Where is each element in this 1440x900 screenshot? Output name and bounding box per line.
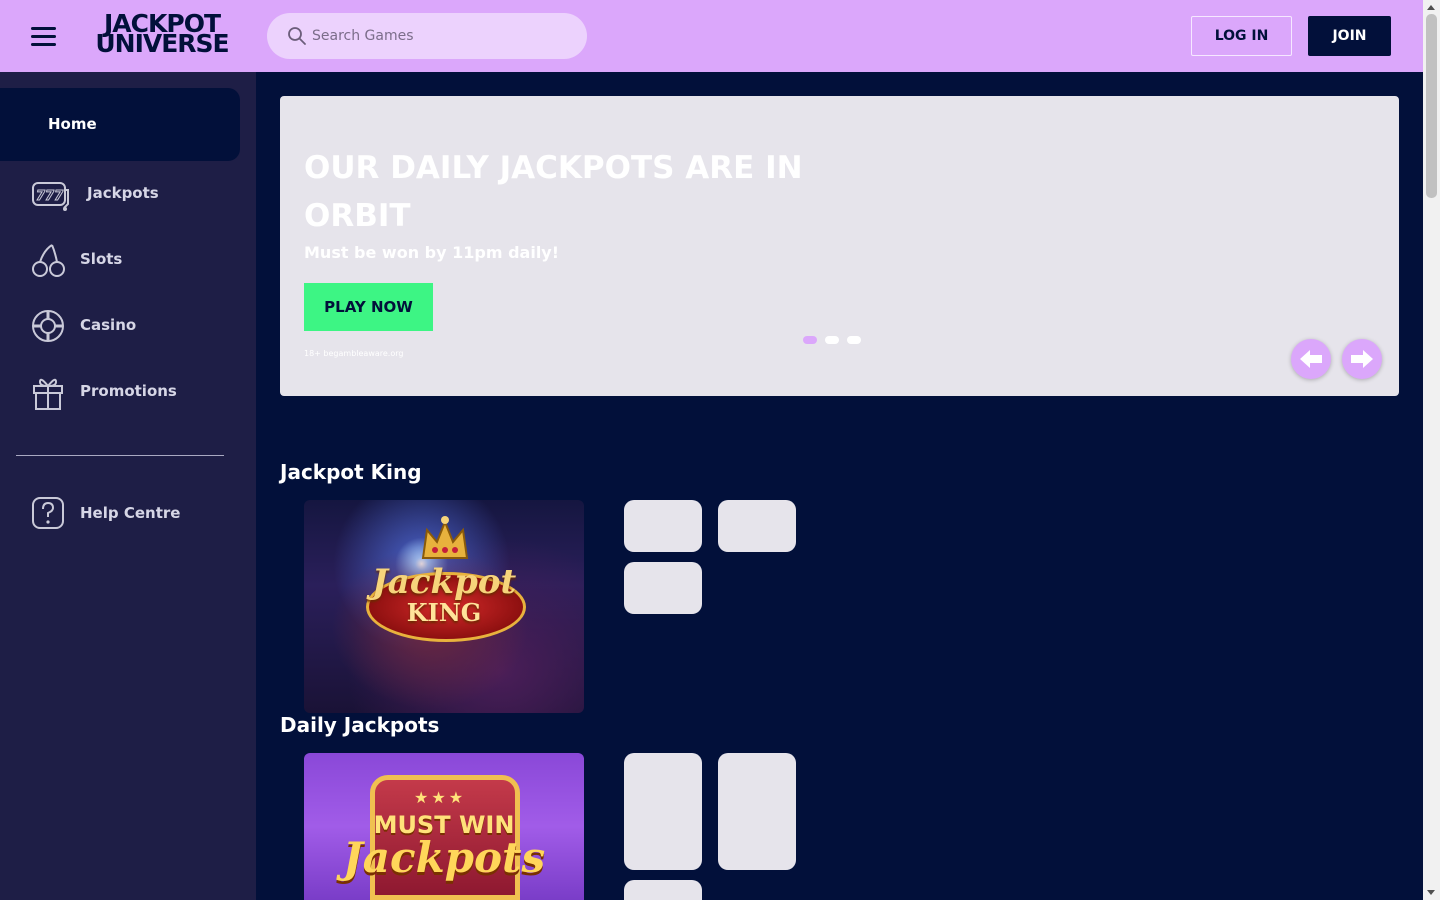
carousel-dot-2[interactable] xyxy=(825,336,839,344)
stars-icon: ★★★ xyxy=(414,788,467,807)
search-icon xyxy=(288,27,306,45)
hero-carousel: OUR DAILY JACKPOTS ARE IN ORBIT Must be … xyxy=(280,96,1399,396)
artwork-text: Jackpot xyxy=(371,562,517,602)
sidebar-item-jackpots[interactable]: 777 Jackpots xyxy=(0,166,240,222)
carousel-dot-3[interactable] xyxy=(847,336,861,344)
page-scrollbar[interactable] xyxy=(1423,0,1440,900)
logo-line-1: JACKPOT xyxy=(104,9,221,38)
legal-text: 18+ begambleaware.org xyxy=(304,349,404,358)
hero-title: OUR DAILY JACKPOTS ARE IN ORBIT xyxy=(304,150,803,234)
join-button[interactable]: JOIN xyxy=(1308,16,1391,56)
sidebar-nav: Home 777 Jackpots Slots Casino Promotion… xyxy=(0,72,256,900)
search-input[interactable] xyxy=(312,13,572,59)
sidebar-item-slots[interactable]: Slots xyxy=(0,232,240,288)
cherries-icon xyxy=(32,244,65,277)
game-placeholder[interactable] xyxy=(718,500,796,552)
site-logo[interactable]: JACKPOT UNIVERSE xyxy=(87,9,237,58)
hamburger-menu-icon[interactable] xyxy=(31,24,57,48)
arrow-left-icon xyxy=(1300,350,1322,368)
search-bar[interactable] xyxy=(267,13,587,59)
game-placeholder[interactable] xyxy=(718,753,796,870)
game-tile-must-win-jackpots[interactable]: ★★★ MUST WIN Jackpots xyxy=(304,753,584,900)
game-placeholder[interactable] xyxy=(624,880,702,900)
arrow-right-icon xyxy=(1351,350,1373,368)
question-mark-icon xyxy=(32,497,64,529)
play-now-button[interactable]: PLAY NOW xyxy=(304,283,433,331)
carousel-prev-button[interactable] xyxy=(1291,339,1331,379)
gift-icon xyxy=(33,378,63,410)
sidebar-item-promotions[interactable]: Promotions xyxy=(0,364,240,420)
section-title-daily-jackpots: Daily Jackpots xyxy=(280,713,440,737)
crown-icon xyxy=(421,516,469,559)
game-placeholder[interactable] xyxy=(624,500,702,552)
sidebar-divider xyxy=(16,455,224,456)
carousel-next-button[interactable] xyxy=(1342,339,1382,379)
section-title-jackpot-king: Jackpot King xyxy=(280,460,422,484)
top-header: JACKPOT UNIVERSE LOG IN JOIN xyxy=(0,0,1423,72)
game-placeholder[interactable] xyxy=(624,753,702,870)
svg-text:777: 777 xyxy=(36,189,64,204)
game-tile-jackpot-king[interactable]: Jackpot KING xyxy=(304,500,584,713)
sidebar-item-label: Help Centre xyxy=(80,504,181,522)
scrollbar-thumb[interactable] xyxy=(1426,14,1437,198)
roulette-chip-icon xyxy=(32,310,64,342)
hero-subtitle: Must be won by 11pm daily! xyxy=(304,243,560,262)
scroll-up-arrow-icon[interactable] xyxy=(1427,5,1435,10)
sidebar-item-help-centre[interactable]: Help Centre xyxy=(0,486,240,542)
sidebar-item-label: Casino xyxy=(80,316,137,334)
login-button[interactable]: LOG IN xyxy=(1191,16,1292,56)
carousel-dots xyxy=(803,336,863,344)
slot-machine-777-icon: 777 xyxy=(32,182,69,211)
carousel-dot-1[interactable] xyxy=(803,336,817,344)
sidebar-item-home[interactable]: Home xyxy=(0,88,240,161)
sidebar-item-label: Home xyxy=(48,115,97,133)
artwork-text: Jackpots xyxy=(342,833,546,882)
jackpot-king-artwork: Jackpot KING xyxy=(304,500,584,713)
game-placeholder[interactable] xyxy=(624,562,702,614)
sidebar-item-label: Slots xyxy=(80,250,123,268)
sidebar-item-label: Jackpots xyxy=(87,184,159,202)
sidebar-item-label: Promotions xyxy=(80,382,177,400)
must-win-jackpots-artwork: ★★★ MUST WIN Jackpots xyxy=(304,753,584,900)
artwork-text: KING xyxy=(406,598,482,627)
scroll-down-arrow-icon[interactable] xyxy=(1427,890,1435,895)
sidebar-item-casino[interactable]: Casino xyxy=(0,298,240,354)
